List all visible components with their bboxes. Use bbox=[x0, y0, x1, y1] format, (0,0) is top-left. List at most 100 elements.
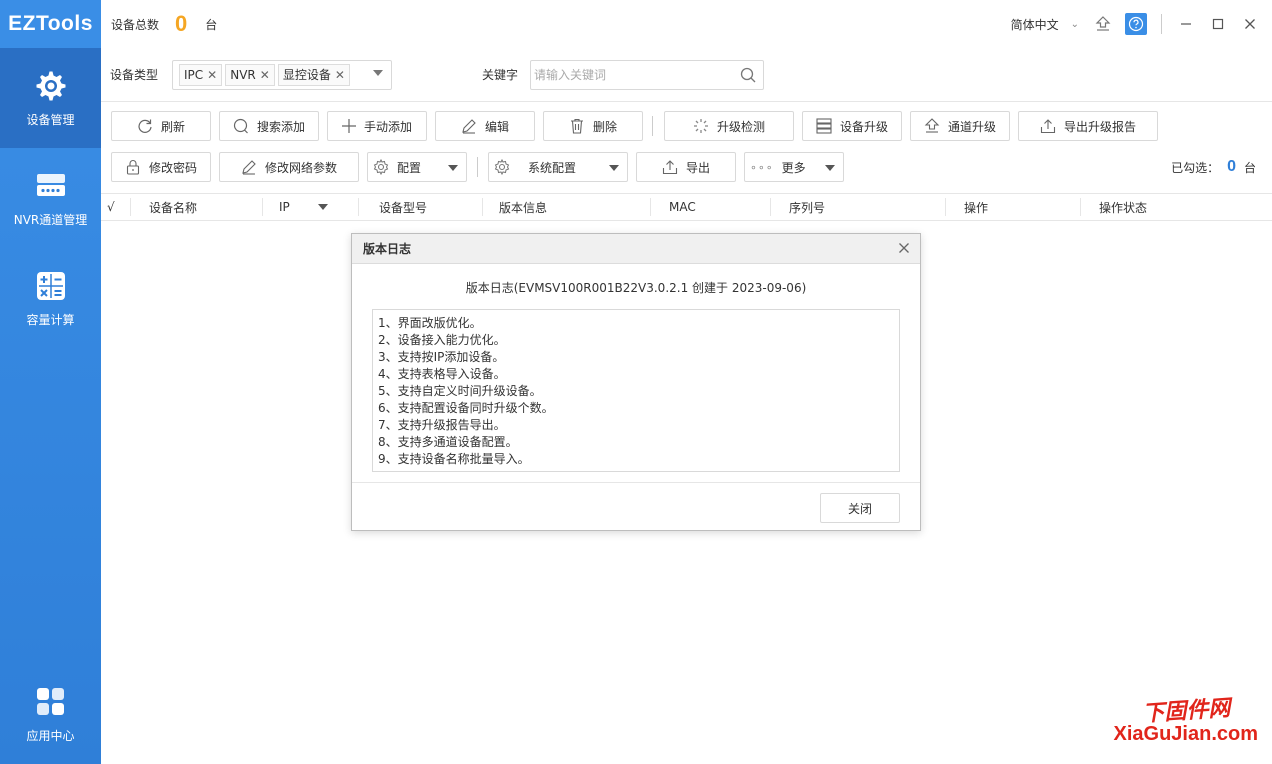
server-icon bbox=[816, 118, 832, 134]
watermark-logo: 下固件网 XiaGuJian.com bbox=[1114, 693, 1259, 746]
minimize-icon[interactable] bbox=[1170, 9, 1202, 39]
log-line: 8、支持多通道设备配置。 bbox=[378, 435, 518, 449]
sidebar-item-label: 应用中心 bbox=[26, 728, 75, 743]
sidebar-item-app-center[interactable]: 应用中心 bbox=[0, 664, 101, 764]
export-icon bbox=[662, 159, 678, 175]
device-upgrade-button[interactable]: 设备升级 bbox=[802, 111, 902, 141]
version-log-dialog: 版本日志 版本日志(EVMSV100R001B22V3.0.2.1 创建于 20… bbox=[351, 233, 921, 531]
device-total-unit: 台 bbox=[205, 17, 218, 32]
refresh-button[interactable]: 刷新 bbox=[111, 111, 211, 141]
chevron-down-icon bbox=[609, 165, 619, 171]
chevron-down-icon[interactable] bbox=[373, 69, 384, 76]
tag-label: IPC bbox=[184, 67, 204, 82]
chevron-down-icon bbox=[825, 165, 835, 171]
column-device-name[interactable]: 设备名称 bbox=[131, 194, 263, 220]
language-select[interactable]: 简体中文 ⌄ bbox=[1011, 16, 1079, 33]
column-header: 序列号 bbox=[789, 200, 826, 215]
maximize-icon[interactable] bbox=[1202, 9, 1234, 39]
delete-button[interactable]: 删除 bbox=[543, 111, 643, 141]
more-dropdown[interactable]: ∘∘∘ 更多 bbox=[744, 152, 844, 182]
device-type-label: 设备类型 bbox=[110, 68, 159, 82]
tag-remove-icon[interactable]: ✕ bbox=[335, 68, 345, 82]
column-operation[interactable]: 操作 bbox=[946, 194, 1081, 220]
column-header: IP bbox=[279, 200, 290, 214]
edit-label: 编辑 bbox=[484, 119, 509, 134]
export-button[interactable]: 导出 bbox=[636, 152, 736, 182]
channel-upgrade-button[interactable]: 通道升级 bbox=[910, 111, 1010, 141]
manual-add-button[interactable]: 手动添加 bbox=[327, 111, 427, 141]
pencil-icon bbox=[241, 159, 257, 175]
refresh-icon bbox=[137, 118, 153, 134]
version-log-textarea[interactable]: 1、界面改版优化。 2、设备接入能力优化。 3、支持按IP添加设备。 4、支持表… bbox=[372, 309, 900, 472]
log-line: 6、支持配置设备同时升级个数。 bbox=[378, 401, 554, 415]
system-config-label: 系统配置 bbox=[528, 160, 577, 175]
device-total-label: 设备总数 bbox=[111, 17, 160, 32]
device-type-select[interactable]: IPC ✕ NVR ✕ 显控设备 ✕ bbox=[172, 59, 393, 90]
help-icon[interactable] bbox=[1125, 13, 1147, 35]
sidebar-item-nvr-channel[interactable]: NVR通道管理 bbox=[0, 148, 101, 248]
keyword-field[interactable] bbox=[530, 59, 765, 90]
sidebar-item-label: 容量计算 bbox=[26, 312, 75, 327]
column-header: 设备型号 bbox=[379, 200, 428, 215]
column-mac[interactable]: MAC bbox=[651, 194, 771, 220]
toolbar-secondary: 修改密码 修改网络参数 配置 系统配置 导出 ∘∘∘ 更多 已勾选： 0 台 bbox=[101, 152, 1272, 182]
edit-button[interactable]: 编辑 bbox=[435, 111, 535, 141]
filter-bar: 设备类型 IPC ✕ NVR ✕ 显控设备 ✕ 关键字 bbox=[101, 48, 1272, 102]
dialog-footer: 关闭 bbox=[352, 482, 920, 530]
column-version[interactable]: 版本信息 bbox=[483, 194, 651, 220]
sidebar: EZTools 设备管理 NVR通道管理 容量计算 应用中心 bbox=[0, 0, 101, 764]
export-report-button[interactable]: 导出升级报告 bbox=[1018, 111, 1158, 141]
search-icon bbox=[233, 118, 249, 134]
ellipsis-icon: ∘∘∘ bbox=[750, 160, 774, 174]
manual-add-label: 手动添加 bbox=[363, 119, 412, 134]
column-header: 设备名称 bbox=[149, 200, 198, 215]
sidebar-item-device-management[interactable]: 设备管理 bbox=[0, 48, 101, 148]
upgrade-check-button[interactable]: 升级检测 bbox=[664, 111, 794, 141]
search-add-button[interactable]: 搜索添加 bbox=[219, 111, 319, 141]
select-all-checkbox[interactable]: √ bbox=[101, 194, 131, 220]
gear-icon bbox=[34, 69, 68, 103]
chevron-down-icon[interactable] bbox=[317, 204, 328, 210]
column-ip[interactable]: IP bbox=[267, 194, 359, 220]
dialog-header-title: 版本日志 bbox=[363, 242, 412, 256]
upgrade-icon[interactable] bbox=[1087, 9, 1119, 39]
change-network-button[interactable]: 修改网络参数 bbox=[219, 152, 359, 182]
loading-icon bbox=[693, 118, 709, 134]
column-header: 操作状态 bbox=[1099, 200, 1148, 215]
chevron-down-icon bbox=[448, 165, 458, 171]
dialog-title: 版本日志(EVMSV100R001B22V3.0.2.1 创建于 2023-09… bbox=[465, 281, 807, 295]
device-total-count: 0 bbox=[175, 11, 188, 36]
nvr-device-icon bbox=[34, 169, 68, 203]
column-serial[interactable]: 序列号 bbox=[771, 194, 946, 220]
dialog-header: 版本日志 bbox=[352, 234, 920, 264]
close-button[interactable]: 关闭 bbox=[820, 493, 900, 523]
keyword-input[interactable] bbox=[531, 60, 732, 89]
keyword-label: 关键字 bbox=[482, 68, 519, 82]
upgrade-check-label: 升级检测 bbox=[716, 119, 765, 134]
refresh-label: 刷新 bbox=[160, 119, 185, 134]
tag-remove-icon[interactable]: ✕ bbox=[207, 68, 217, 82]
search-icon[interactable] bbox=[739, 66, 757, 87]
sidebar-item-capacity-calc[interactable]: 容量计算 bbox=[0, 248, 101, 348]
log-line: 3、支持按IP添加设备。 bbox=[378, 350, 505, 364]
close-icon[interactable] bbox=[896, 240, 912, 256]
selected-count: 0 bbox=[1227, 158, 1236, 175]
close-icon[interactable] bbox=[1234, 9, 1266, 39]
tag-remove-icon[interactable]: ✕ bbox=[260, 68, 270, 82]
config-dropdown[interactable]: 配置 bbox=[367, 152, 467, 182]
gear-icon bbox=[373, 159, 389, 175]
column-operation-status[interactable]: 操作状态 bbox=[1081, 194, 1231, 220]
column-header: 操作 bbox=[964, 200, 989, 215]
channel-upgrade-label: 通道升级 bbox=[947, 119, 996, 134]
column-device-model[interactable]: 设备型号 bbox=[363, 194, 483, 220]
title-bar: 设备总数 0 台 简体中文 ⌄ bbox=[101, 0, 1272, 48]
log-line: 1、界面改版优化。 bbox=[378, 316, 482, 330]
language-label: 简体中文 bbox=[1010, 17, 1059, 32]
export-label: 导出 bbox=[685, 160, 710, 175]
calculator-icon bbox=[34, 269, 68, 303]
device-type-tag: IPC ✕ bbox=[179, 63, 223, 86]
change-password-button[interactable]: 修改密码 bbox=[111, 152, 211, 182]
system-config-dropdown[interactable]: 系统配置 bbox=[488, 152, 628, 182]
toolbar-separator bbox=[477, 157, 478, 177]
export-report-label: 导出升级报告 bbox=[1063, 119, 1136, 134]
